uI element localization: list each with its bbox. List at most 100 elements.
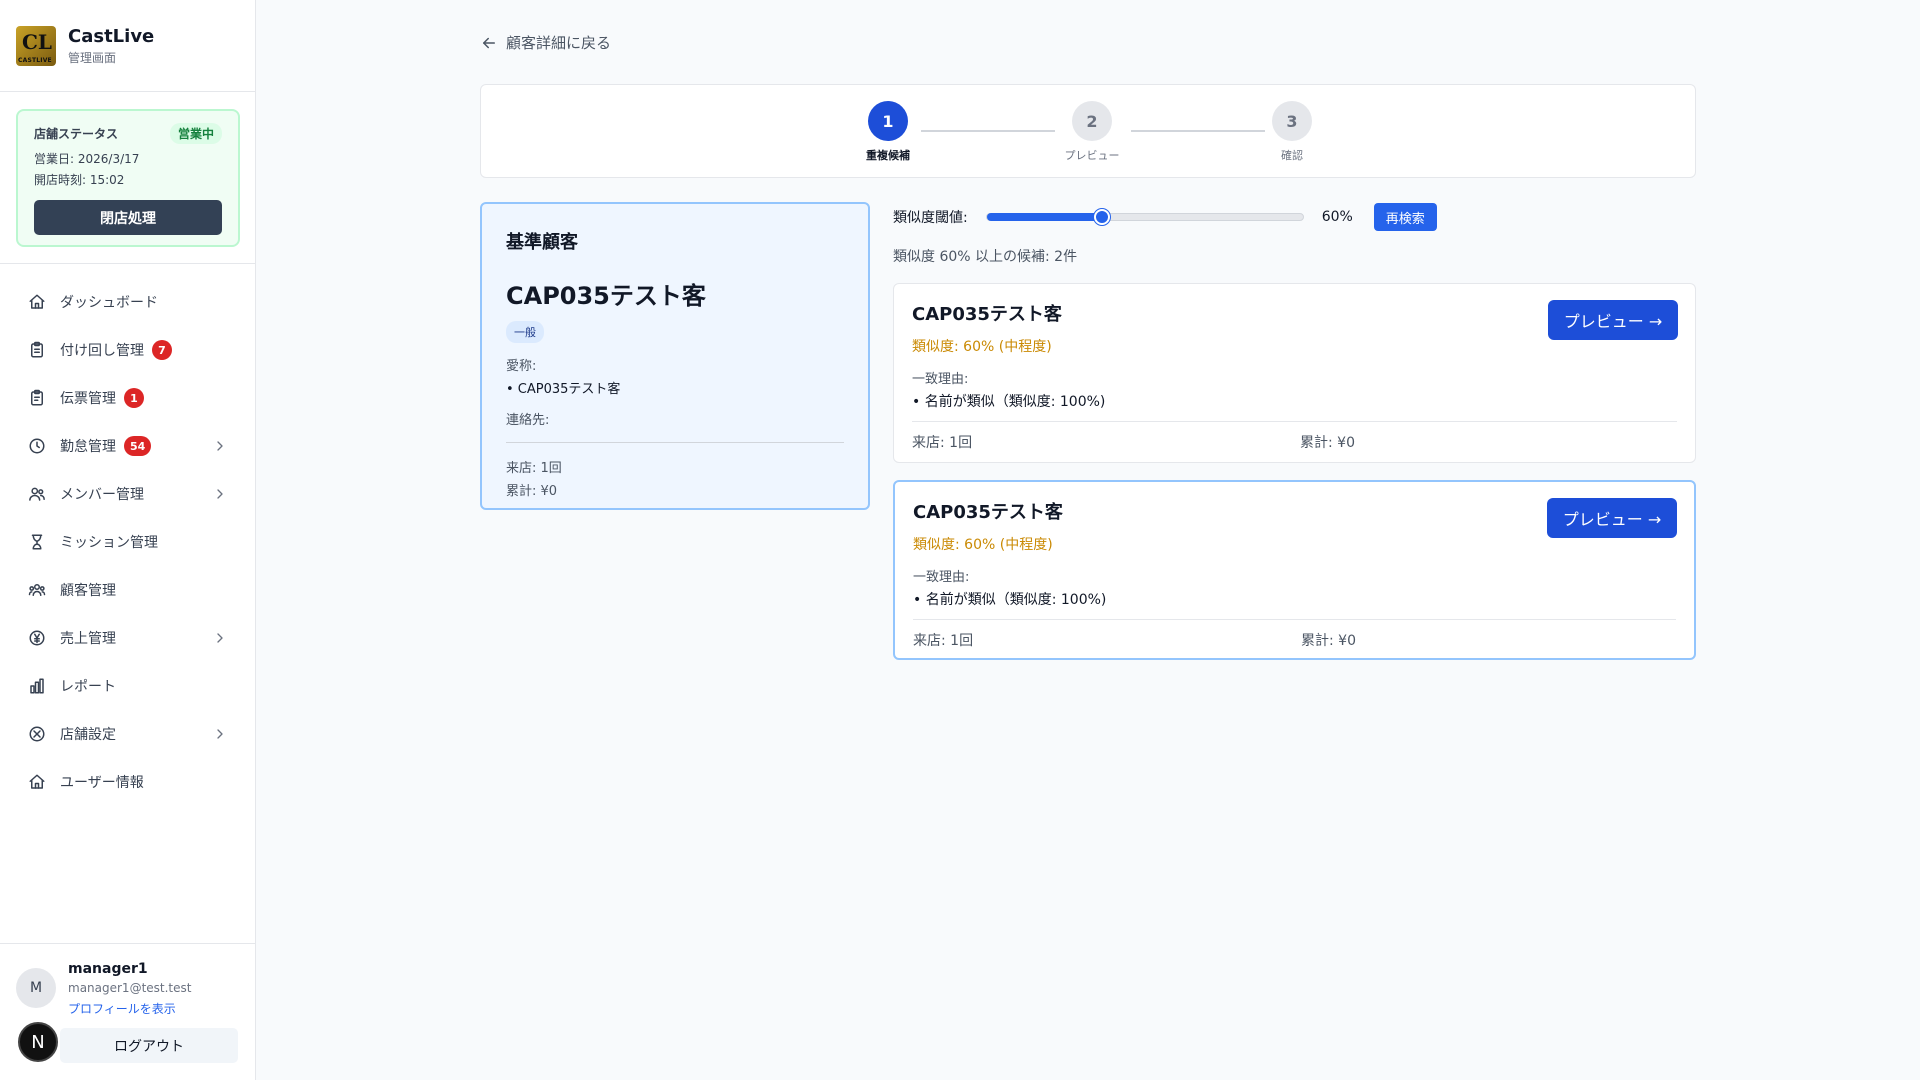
research-button[interactable]: 再検索 (1373, 203, 1437, 231)
step-3: 3 確認 (1252, 101, 1332, 163)
step-connector (1131, 130, 1265, 132)
dev-tools-button[interactable]: N (18, 1022, 58, 1062)
sidebar-item-dashboard[interactable]: ダッシュボード (16, 278, 240, 326)
customer-rank-badge: 一般 (506, 321, 544, 343)
match-reason: • 名前が類似（類似度: 100%) (913, 592, 1107, 608)
base-customer-heading: 基準顧客 (506, 232, 578, 253)
step-number: 1 (868, 101, 908, 141)
avatar[interactable]: M (16, 968, 56, 1008)
customers-icon (28, 584, 46, 596)
total-spend: 累計: ¥0 (506, 484, 558, 499)
preview-button[interactable]: プレビュー → (1548, 300, 1678, 340)
store-status-card: 店舗ステータス 営業中 営業日: 2026/3/17 開店時刻: 15:02 閉… (16, 109, 240, 247)
sidebar-item-user-info[interactable]: ユーザー情報 (16, 758, 240, 806)
match-reason-label: 一致理由: (913, 570, 970, 585)
receipt-icon (31, 389, 43, 406)
candidate-card[interactable]: CAP035テスト客 類似度: 60% (中程度) 一致理由: • 名前が類似（… (893, 480, 1696, 660)
visit-count: 来店: 1回 (506, 461, 562, 476)
notification-badge: 1 (124, 388, 144, 408)
sidebar-item-slips[interactable]: 伝票管理 1 (16, 374, 240, 422)
threshold-label: 類似度閾値: (893, 210, 968, 226)
step-2: 2 プレビュー (1052, 101, 1132, 163)
sidebar-item-missions[interactable]: ミッション管理 (16, 518, 240, 566)
settings-icon (29, 726, 45, 742)
nav-divider (0, 263, 256, 264)
candidate-card[interactable]: CAP035テスト客 類似度: 60% (中程度) 一致理由: • 名前が類似（… (893, 283, 1696, 463)
slider-thumb[interactable] (1093, 209, 1110, 225)
sidebar: CL CASTLIVE CastLive 管理画面 店舗ステータス 営業中 営業… (0, 0, 256, 1080)
candidate-summary: 類似度 60% 以上の候補: 2件 (893, 249, 1078, 265)
user-name: manager1 (68, 961, 148, 977)
close-store-button[interactable]: 閉店処理 (34, 200, 222, 235)
user-home-icon (29, 774, 45, 789)
match-reason-label: 一致理由: (912, 372, 969, 387)
store-status-label: 店舗ステータス (34, 127, 119, 141)
merge-stepper: 1 重複候補 2 プレビュー 3 確認 (480, 84, 1696, 178)
logo-letters: CL (22, 29, 52, 54)
notification-badge: 7 (152, 340, 172, 360)
contact-label: 連絡先: (506, 413, 550, 428)
trophy-icon (31, 534, 43, 550)
sidebar-item-sales[interactable]: 売上管理 (16, 614, 240, 662)
users-icon (29, 487, 45, 501)
step-label: 重複候補 (866, 149, 910, 162)
sidebar-item-customers[interactable]: 顧客管理 (16, 566, 240, 614)
profile-link[interactable]: プロフィールを表示 (68, 1000, 176, 1017)
brand-subtitle: 管理画面 (68, 50, 117, 65)
sidebar-item-store-settings[interactable]: 店舗設定 (16, 710, 240, 758)
sidebar-nav: ダッシュボード 付け回し管理 7 伝票管理 1 勤怠管理 54 メンバー管理 ミ… (16, 278, 240, 806)
chart-icon (30, 678, 44, 694)
sidebar-item-label: 付け回し管理 (60, 343, 144, 359)
user-email: manager1@test.test (68, 981, 192, 995)
sidebar-item-label: ミッション管理 (60, 535, 158, 551)
castlive-logo: CL CASTLIVE (16, 25, 56, 66)
chevron-right-icon (217, 729, 223, 739)
step-number: 3 (1272, 101, 1312, 141)
open-time: 開店時刻: 15:02 (34, 173, 125, 187)
divider (913, 619, 1676, 620)
sidebar-item-label: 店舗設定 (60, 727, 116, 743)
brand-header[interactable]: CL CASTLIVE CastLive 管理画面 (0, 0, 255, 92)
sidebar-item-label: ユーザー情報 (60, 775, 144, 791)
match-reason: • 名前が類似（類似度: 100%) (912, 394, 1106, 410)
back-link[interactable]: 顧客詳細に戻る (480, 32, 611, 53)
clipboard-icon (31, 341, 43, 358)
notification-badge: 54 (124, 436, 152, 456)
step-label: プレビュー (1064, 149, 1120, 162)
home-icon (29, 294, 45, 309)
chevron-right-icon (217, 633, 223, 643)
back-link-label: 顧客詳細に戻る (506, 34, 612, 52)
divider (506, 442, 844, 443)
total-spend: 累計: ¥0 (1300, 435, 1355, 451)
similarity-threshold-control: 類似度閾値: 60% 再検索 (893, 203, 1437, 231)
threshold-value: 60% (1321, 209, 1353, 225)
sidebar-item-assignments[interactable]: 付け回し管理 7 (16, 326, 240, 374)
clock-icon (29, 438, 45, 454)
nickname-label: 愛称: (506, 359, 537, 374)
sidebar-item-label: 伝票管理 (60, 391, 116, 407)
similarity-slider[interactable] (985, 209, 1304, 225)
chevron-right-icon (217, 441, 223, 451)
logo-text: CASTLIVE (18, 56, 52, 64)
step-1: 1 重複候補 (848, 101, 928, 163)
step-number: 2 (1072, 101, 1112, 141)
slider-fill (986, 213, 1102, 221)
preview-button[interactable]: プレビュー → (1547, 498, 1677, 538)
sidebar-item-members[interactable]: メンバー管理 (16, 470, 240, 518)
sidebar-item-label: 顧客管理 (60, 583, 116, 599)
visit-count: 来店: 1回 (913, 633, 974, 649)
business-day: 営業日: 2026/3/17 (34, 152, 140, 166)
sidebar-item-reports[interactable]: レポート (16, 662, 240, 710)
sidebar-item-attendance[interactable]: 勤怠管理 54 (16, 422, 240, 470)
base-customer-card: 基準顧客 CAP035テスト客 一般 愛称: • CAP035テスト客 連絡先:… (480, 202, 870, 510)
nickname-value: • CAP035テスト客 (506, 382, 621, 397)
divider (912, 421, 1677, 422)
step-connector (921, 130, 1055, 132)
logout-button[interactable]: ログアウト (60, 1028, 238, 1063)
sidebar-item-label: 売上管理 (60, 631, 116, 647)
brand-title: CastLive (68, 25, 155, 47)
step-label: 確認 (1281, 149, 1303, 162)
sidebar-item-label: レポート (60, 679, 116, 695)
sidebar-item-label: 勤怠管理 (60, 439, 116, 455)
chevron-right-icon (217, 489, 223, 499)
